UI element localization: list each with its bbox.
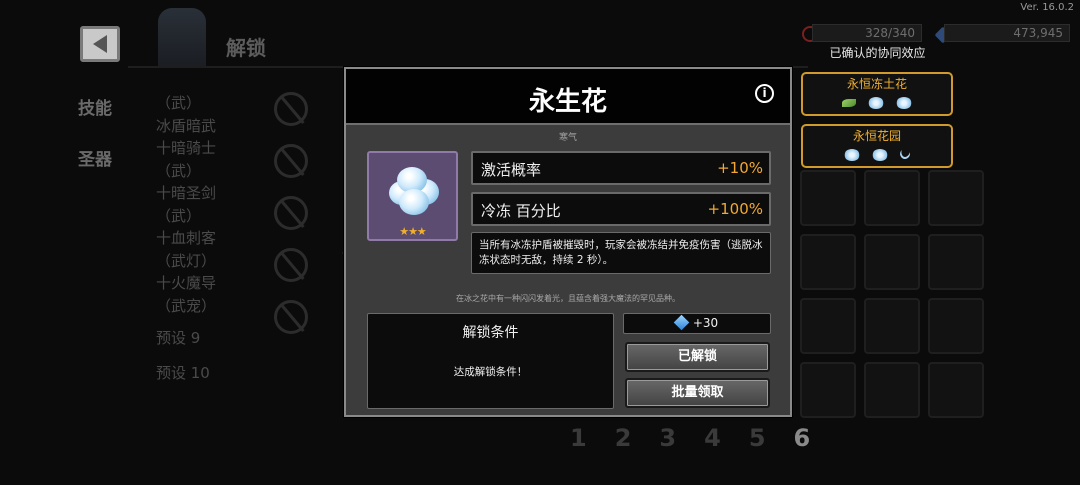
unlocked-button[interactable]: 已解锁 xyxy=(625,342,770,372)
relic-slot[interactable] xyxy=(928,362,984,418)
relic-slot[interactable] xyxy=(928,298,984,354)
list-item[interactable]: 十暗骑士 xyxy=(156,137,276,160)
synergy-name: 永恒冻土花 xyxy=(846,77,907,91)
relic-slot[interactable] xyxy=(864,234,920,290)
list-item[interactable]: 冰盾暗武 xyxy=(156,115,276,138)
effect-description: 当所有冰冻护盾被摧毁时，玩家会被冻结并免疫伤害（逃脱冰冻状态时无敌，持续 2 秒… xyxy=(471,232,771,274)
page-number[interactable]: 5 xyxy=(749,424,766,452)
page-number[interactable]: 3 xyxy=(659,424,676,452)
page-number[interactable]: 4 xyxy=(704,424,721,452)
batch-claim-button[interactable]: 批量领取 xyxy=(625,378,770,408)
relic-slot[interactable] xyxy=(800,362,856,418)
stat-row: 冷冻 百分比 +100% xyxy=(471,192,771,226)
ice-flower-icon xyxy=(844,149,860,161)
version-label: Ver. 16.0.2 xyxy=(1020,2,1074,13)
flavor-text: 在冰之花中有一种闪闪发着光，且蕴含着强大魔法的罕见品种。 xyxy=(456,294,680,303)
side-nav: 技能 圣器 xyxy=(78,94,112,170)
star-rating: ★★★ xyxy=(399,225,427,238)
side-nav-skills[interactable]: 技能 xyxy=(78,94,112,119)
relic-slot[interactable] xyxy=(864,298,920,354)
list-item[interactable]: （武） xyxy=(156,205,276,228)
back-arrow-icon xyxy=(93,35,107,53)
list-item[interactable]: （武） xyxy=(156,92,276,115)
snow-icon xyxy=(896,97,912,109)
relic-slot[interactable] xyxy=(800,234,856,290)
list-icon-column xyxy=(274,92,308,334)
resource-counter-gems: 473,945 xyxy=(944,24,1070,42)
disabled-icon[interactable] xyxy=(274,248,308,282)
modal-header: 永生花 i xyxy=(346,69,790,125)
synergy-card[interactable]: 永恒花园 xyxy=(801,124,953,168)
page-number[interactable]: 1 xyxy=(570,424,587,452)
disabled-icon[interactable] xyxy=(274,92,308,126)
disabled-icon[interactable] xyxy=(274,300,308,334)
unlock-condition-title: 解锁条件 xyxy=(462,325,519,341)
list-item[interactable]: （武宠） xyxy=(156,295,276,318)
reward-display: +30 xyxy=(623,313,771,334)
list-item[interactable]: 十暗圣剑 xyxy=(156,182,276,205)
reward-amount: +30 xyxy=(692,316,719,330)
stat-label: 冷冻 百分比 xyxy=(481,202,561,220)
relic-slot[interactable] xyxy=(928,170,984,226)
preset-item[interactable]: 预设 10 xyxy=(156,362,276,385)
disabled-icon[interactable] xyxy=(274,144,308,178)
synergy-card[interactable]: 永恒冻土花 xyxy=(801,72,953,116)
side-nav-relics[interactable]: 圣器 xyxy=(78,145,112,170)
page-number[interactable]: 2 xyxy=(615,424,632,452)
stat-value: +10% xyxy=(717,159,763,177)
page-number-active[interactable]: 6 xyxy=(794,424,811,452)
stat-label: 激活概率 xyxy=(481,161,542,179)
stat-row: 激活概率 +10% xyxy=(471,151,771,185)
relic-slot[interactable] xyxy=(800,298,856,354)
list-item[interactable]: 十血刺客 xyxy=(156,227,276,250)
unlock-condition-text: 达成解锁条件！ xyxy=(453,366,528,378)
relic-slot[interactable] xyxy=(800,170,856,226)
synergy-icons xyxy=(807,97,947,109)
ice-flower-icon xyxy=(868,97,884,109)
info-icon[interactable]: i xyxy=(755,84,774,103)
ice-branch-icon xyxy=(898,147,912,161)
relic-slot[interactable] xyxy=(864,362,920,418)
loadout-list: （武） 冰盾暗武 十暗骑士 （武） 十暗圣剑 （武） 十血刺客 （武灯） 十火魔… xyxy=(156,92,276,384)
gem-icon xyxy=(673,314,690,331)
synergy-name: 永恒花园 xyxy=(852,129,901,143)
list-item[interactable]: （武） xyxy=(156,160,276,183)
snow-icon xyxy=(872,149,888,161)
disabled-icon[interactable] xyxy=(274,196,308,230)
stat-value: +100% xyxy=(707,200,763,218)
relic-grid xyxy=(800,170,986,418)
modal-title: 永生花 xyxy=(528,87,607,117)
item-category: 寒气 xyxy=(558,133,577,143)
page-selector: 1 2 3 4 5 6 xyxy=(570,424,810,452)
relic-slot[interactable] xyxy=(864,170,920,226)
relic-slot[interactable] xyxy=(928,234,984,290)
item-detail-modal: 永生花 i 寒气 ★★★ 激活概率 +10% 冷冻 百分比 +100% 当所有冰… xyxy=(344,67,792,417)
preset-item[interactable]: 预设 9 xyxy=(156,327,276,350)
item-icon-frame: ★★★ xyxy=(367,151,458,241)
list-item[interactable]: 十火魔导 xyxy=(156,272,276,295)
synergy-icons xyxy=(807,147,947,161)
synergy-title: 已确认的协同效应 xyxy=(829,46,926,60)
list-item[interactable]: （武灯） xyxy=(156,250,276,273)
ice-flower-icon xyxy=(385,167,441,219)
character-portrait xyxy=(158,8,206,68)
page-title: 解锁 xyxy=(226,36,266,60)
unlock-condition-box: 解锁条件 达成解锁条件！ xyxy=(367,313,614,409)
resource-counter-1: 328/340 xyxy=(812,24,922,42)
back-button[interactable] xyxy=(80,26,120,62)
leaf-icon xyxy=(842,99,856,107)
